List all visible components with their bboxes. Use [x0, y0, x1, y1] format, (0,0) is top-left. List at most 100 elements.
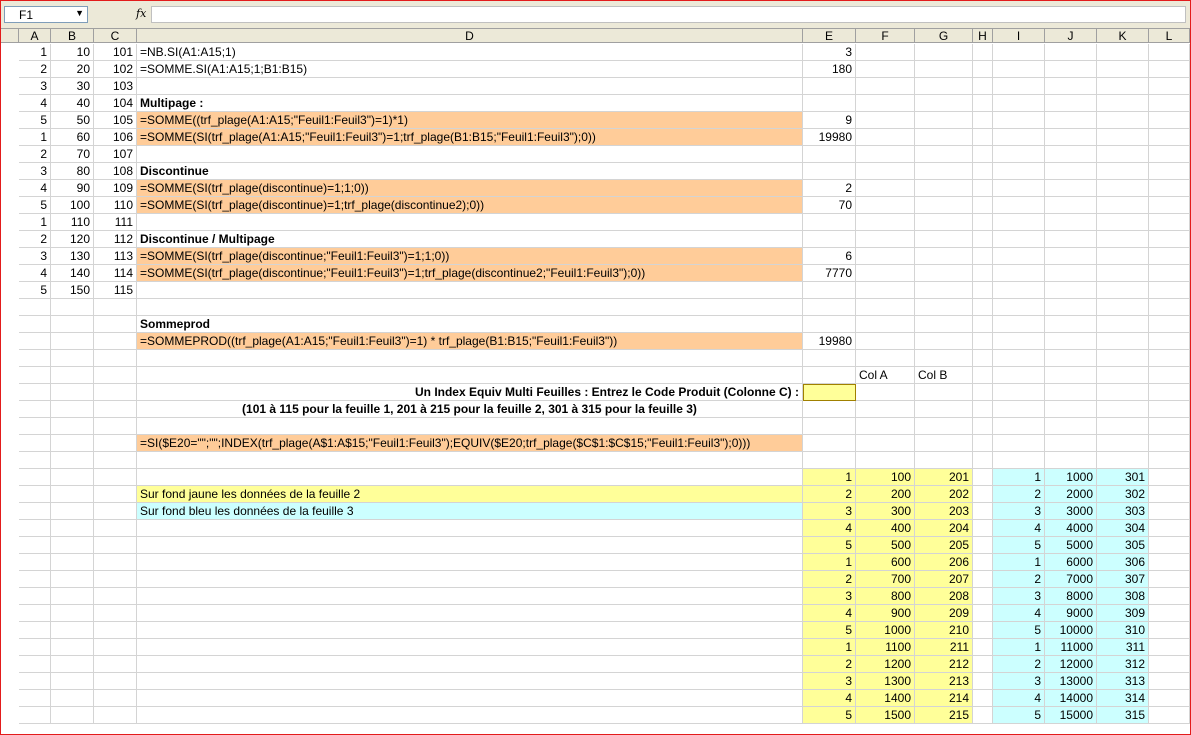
- cell-e34[interactable]: 4: [803, 605, 856, 622]
- cell-d8[interactable]: Discontinue: [137, 163, 803, 180]
- cell-k16[interactable]: [1097, 299, 1149, 316]
- cell-b10[interactable]: 100: [51, 197, 94, 214]
- cell-a8[interactable]: 3: [19, 163, 51, 180]
- cell-c39[interactable]: [94, 690, 137, 707]
- cell-d18[interactable]: =SOMMEPROD((trf_plage(A1:A15;"Feuil1:Feu…: [137, 333, 803, 350]
- cell-i35[interactable]: 5: [993, 622, 1045, 639]
- cell-d1[interactable]: =NB.SI(A1:A15;1): [137, 44, 803, 61]
- cell-k7[interactable]: [1097, 146, 1149, 163]
- cell-d9[interactable]: =SOMME(SI(trf_plage(discontinue)=1;1;0)): [137, 180, 803, 197]
- cell-i29[interactable]: 4: [993, 520, 1045, 537]
- cell-a5[interactable]: 5: [19, 112, 51, 129]
- cell-l3[interactable]: [1149, 78, 1190, 95]
- cell-e37[interactable]: 2: [803, 656, 856, 673]
- cell-d32[interactable]: [137, 571, 803, 588]
- cell-c23[interactable]: [94, 418, 137, 435]
- cell-j4[interactable]: [1045, 95, 1097, 112]
- cell-k12[interactable]: [1097, 231, 1149, 248]
- cell-e29[interactable]: 4: [803, 520, 856, 537]
- cell-j31[interactable]: 6000: [1045, 554, 1097, 571]
- cell-g39[interactable]: 214: [915, 690, 973, 707]
- cell-l24[interactable]: [1149, 435, 1190, 452]
- cell-e3[interactable]: [803, 78, 856, 95]
- cell-b8[interactable]: 80: [51, 163, 94, 180]
- cell-g6[interactable]: [915, 129, 973, 146]
- cell-h7[interactable]: [973, 146, 993, 163]
- cell-j6[interactable]: [1045, 129, 1097, 146]
- cell-j29[interactable]: 4000: [1045, 520, 1097, 537]
- cell-i12[interactable]: [993, 231, 1045, 248]
- cell-l6[interactable]: [1149, 129, 1190, 146]
- cell-d15[interactable]: [137, 282, 803, 299]
- cell-k29[interactable]: 304: [1097, 520, 1149, 537]
- cell-l38[interactable]: [1149, 673, 1190, 690]
- cell-h16[interactable]: [973, 299, 993, 316]
- cell-e25[interactable]: [803, 452, 856, 469]
- cell-e20[interactable]: [803, 367, 856, 384]
- cell-d28[interactable]: Sur fond bleu les données de la feuille …: [137, 503, 803, 520]
- cell-k21[interactable]: [1097, 384, 1149, 401]
- cell-k34[interactable]: 309: [1097, 605, 1149, 622]
- cell-a23[interactable]: [19, 418, 51, 435]
- cell-l35[interactable]: [1149, 622, 1190, 639]
- cell-k23[interactable]: [1097, 418, 1149, 435]
- cell-h13[interactable]: [973, 248, 993, 265]
- cell-a40[interactable]: [19, 707, 51, 724]
- cell-l16[interactable]: [1149, 299, 1190, 316]
- cell-g37[interactable]: 212: [915, 656, 973, 673]
- cell-l22[interactable]: [1149, 401, 1190, 418]
- column-header-f[interactable]: F: [856, 29, 915, 43]
- cell-d39[interactable]: [137, 690, 803, 707]
- cell-k22[interactable]: [1097, 401, 1149, 418]
- cell-g34[interactable]: 209: [915, 605, 973, 622]
- cell-d37[interactable]: [137, 656, 803, 673]
- column-header-c[interactable]: C: [94, 29, 137, 43]
- column-header-k[interactable]: K: [1097, 29, 1149, 43]
- cell-h9[interactable]: [973, 180, 993, 197]
- cell-l30[interactable]: [1149, 537, 1190, 554]
- cell-i30[interactable]: 5: [993, 537, 1045, 554]
- cell-l37[interactable]: [1149, 656, 1190, 673]
- cell-d16[interactable]: [137, 299, 803, 316]
- cell-a38[interactable]: [19, 673, 51, 690]
- cell-g36[interactable]: 211: [915, 639, 973, 656]
- cell-b40[interactable]: [51, 707, 94, 724]
- cell-b16[interactable]: [51, 299, 94, 316]
- cell-c4[interactable]: 104: [94, 95, 137, 112]
- cell-f40[interactable]: 1500: [856, 707, 915, 724]
- cell-e32[interactable]: 2: [803, 571, 856, 588]
- cell-k15[interactable]: [1097, 282, 1149, 299]
- cell-k9[interactable]: [1097, 180, 1149, 197]
- cell-b26[interactable]: [51, 469, 94, 486]
- cell-f14[interactable]: [856, 265, 915, 282]
- cell-e39[interactable]: 4: [803, 690, 856, 707]
- column-header-j[interactable]: J: [1045, 29, 1097, 43]
- cell-c33[interactable]: [94, 588, 137, 605]
- cell-d22[interactable]: (101 à 115 pour la feuille 1, 201 à 215 …: [137, 401, 803, 418]
- cell-l1[interactable]: [1149, 44, 1190, 61]
- cell-k19[interactable]: [1097, 350, 1149, 367]
- cell-i17[interactable]: [993, 316, 1045, 333]
- cell-e27[interactable]: 2: [803, 486, 856, 503]
- cell-l33[interactable]: [1149, 588, 1190, 605]
- cell-e23[interactable]: [803, 418, 856, 435]
- cell-j40[interactable]: 15000: [1045, 707, 1097, 724]
- cell-d6[interactable]: =SOMME(SI(trf_plage(A1:A15;"Feuil1:Feuil…: [137, 129, 803, 146]
- cell-j8[interactable]: [1045, 163, 1097, 180]
- cell-i26[interactable]: 1: [993, 469, 1045, 486]
- cell-i14[interactable]: [993, 265, 1045, 282]
- cell-h32[interactable]: [973, 571, 993, 588]
- cell-c25[interactable]: [94, 452, 137, 469]
- fx-icon[interactable]: fx: [136, 7, 146, 20]
- cell-j12[interactable]: [1045, 231, 1097, 248]
- cell-f6[interactable]: [856, 129, 915, 146]
- cell-a36[interactable]: [19, 639, 51, 656]
- cell-e33[interactable]: 3: [803, 588, 856, 605]
- cell-l31[interactable]: [1149, 554, 1190, 571]
- cell-j2[interactable]: [1045, 61, 1097, 78]
- cell-g7[interactable]: [915, 146, 973, 163]
- cell-g26[interactable]: 201: [915, 469, 973, 486]
- cell-f11[interactable]: [856, 214, 915, 231]
- cell-g28[interactable]: 203: [915, 503, 973, 520]
- cell-b6[interactable]: 60: [51, 129, 94, 146]
